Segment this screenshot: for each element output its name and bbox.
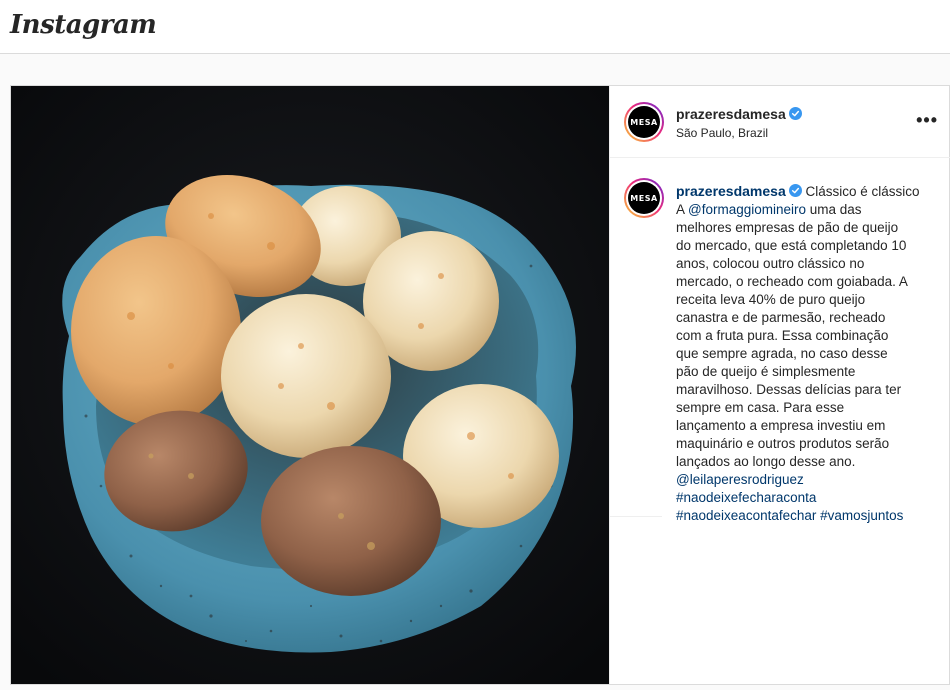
- caption-mention-link[interactable]: @formaggiomineiro: [688, 202, 806, 217]
- avatar-image: MESA: [628, 106, 660, 138]
- instagram-logo[interactable]: Instagram: [10, 10, 157, 40]
- post-sidebar: MESA prazeresdamesa São Paulo, Brazil ••…: [609, 86, 950, 684]
- caption-credit-line: @leilaperesrodriguez: [676, 471, 938, 489]
- caption-line: canastra e de parmesão, recheado: [676, 310, 886, 325]
- profile-avatar[interactable]: MESA: [624, 102, 664, 142]
- hashtag-link[interactable]: #naodeixeacontafechar: [676, 508, 816, 523]
- header-user-row: prazeresdamesa: [676, 106, 802, 124]
- caption-avatar[interactable]: MESA: [624, 178, 664, 218]
- caption-line: pão de queijo é simplesmente: [676, 364, 856, 379]
- caption-line: receita leva 40% de puro queijo: [676, 292, 866, 307]
- pao-de-queijo-bowl-image: [11, 86, 609, 684]
- caption-line: com a fruta pura. Essa combinação: [676, 328, 889, 343]
- post-caption: prazeresdamesa Clássico é clássico A @fo…: [676, 182, 938, 525]
- caption-text: uma das: [809, 202, 862, 217]
- avatar-border: MESA: [626, 104, 662, 140]
- header-username[interactable]: prazeresdamesa: [676, 106, 786, 122]
- avatar-border: MESA: [626, 180, 662, 216]
- caption-username[interactable]: prazeresdamesa: [676, 183, 786, 199]
- caption-line: maravilhoso. Dessas delícias para ter: [676, 382, 902, 397]
- post-photo[interactable]: [11, 86, 609, 684]
- caption-line: lançados ao longo desse ano.: [676, 454, 856, 469]
- hashtag-link[interactable]: #naodeixefecharaconta: [676, 490, 816, 505]
- caption-line: que sempre agrada, no caso desse: [676, 346, 888, 361]
- top-navigation-bar: Instagram: [0, 0, 950, 54]
- caption-line: A @formaggiomineiro uma das: [676, 202, 862, 217]
- post-header: MESA prazeresdamesa São Paulo, Brazil ••…: [610, 86, 950, 158]
- caption-line: maquinário e outros produtos serão: [676, 436, 890, 451]
- caption-hashtag-line: #naodeixeacontafechar #vamosjuntos: [676, 507, 938, 525]
- post-location[interactable]: São Paulo, Brazil: [676, 126, 768, 140]
- caption-line: anos, colocou outro clássico no: [676, 256, 865, 271]
- caption-line: lançamento a empresa investiu em: [676, 418, 886, 433]
- verified-badge-icon: [788, 107, 802, 120]
- divider: [610, 516, 662, 517]
- caption-text: Clássico é clássico: [805, 184, 920, 199]
- caption-credit-mention-link[interactable]: @leilaperesrodriguez: [676, 472, 804, 487]
- caption-first-line: prazeresdamesa Clássico é clássico: [676, 182, 938, 201]
- caption-hashtag-line: #naodeixefecharaconta: [676, 489, 938, 507]
- post-container: MESA prazeresdamesa São Paulo, Brazil ••…: [10, 85, 950, 685]
- verified-badge-icon: [788, 184, 802, 197]
- caption-line: mercado, o recheado com goiabada. A: [676, 274, 908, 289]
- caption-line: do mercado, que está completando 10: [676, 238, 907, 253]
- caption-line: sempre em casa. Para esse: [676, 400, 845, 415]
- avatar-image: MESA: [628, 182, 660, 214]
- caption-line: melhores empresas de pão de queijo: [676, 220, 899, 235]
- hashtag-link[interactable]: #vamosjuntos: [820, 508, 903, 523]
- more-options-icon[interactable]: •••: [916, 110, 938, 131]
